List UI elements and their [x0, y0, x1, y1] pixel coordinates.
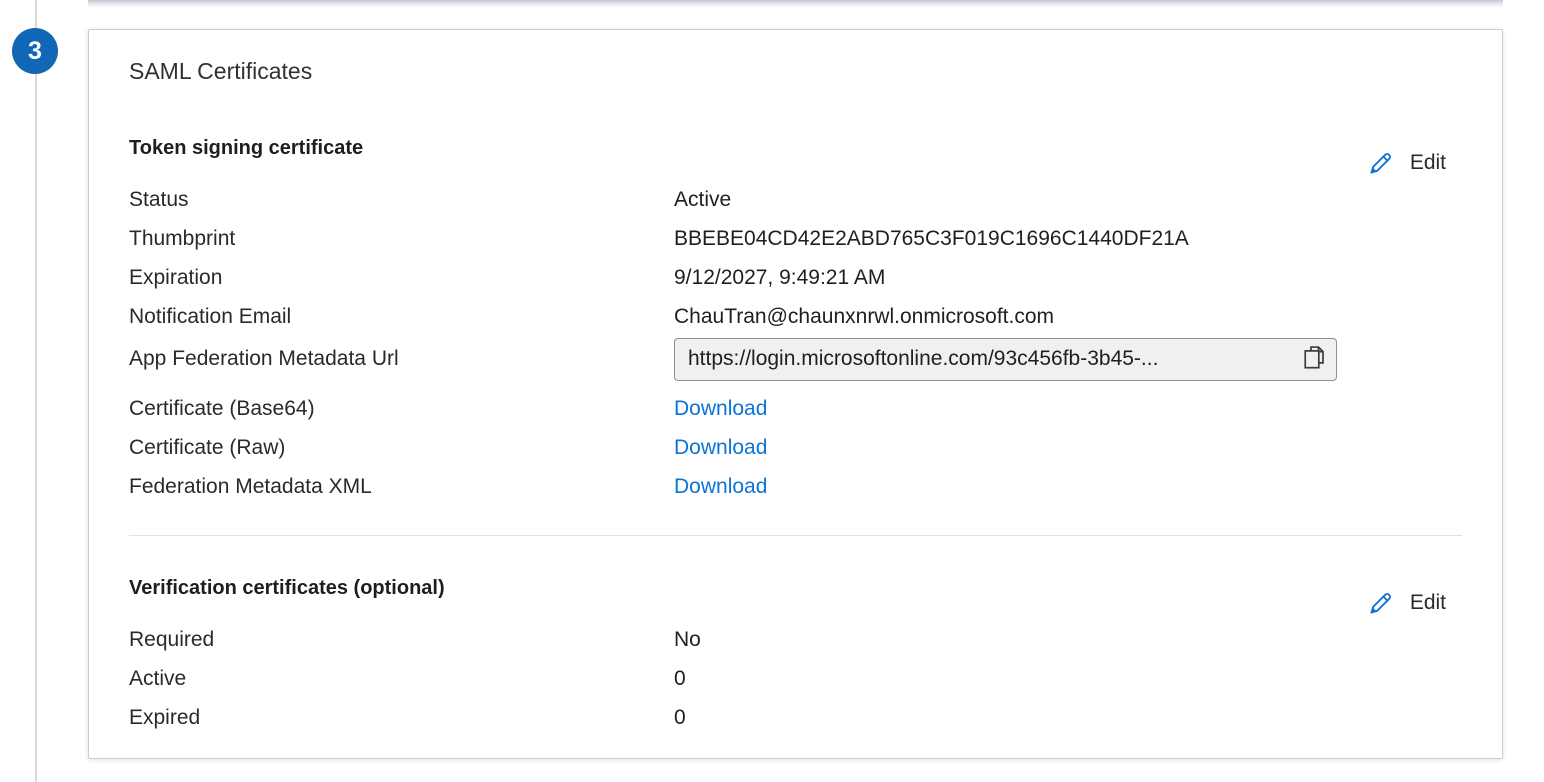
- app-federation-metadata-url-row: App Federation Metadata Url https://logi…: [129, 336, 1462, 382]
- active-row: Active 0: [129, 659, 1462, 698]
- step-number: 3: [28, 37, 42, 66]
- token-certificate-details: Status Active Thumbprint BBEBE04CD42E2AB…: [129, 180, 1462, 506]
- expired-value: 0: [674, 698, 686, 737]
- notification-email-row: Notification Email ChauTran@chaunxnrwl.o…: [129, 297, 1462, 336]
- pencil-icon: [1366, 588, 1396, 618]
- certificate-raw-download-link[interactable]: Download: [674, 428, 767, 467]
- token-certificate-edit-button[interactable]: Edit: [1366, 148, 1446, 178]
- status-label: Status: [129, 180, 674, 219]
- certificate-base64-download-link[interactable]: Download: [674, 389, 767, 428]
- saml-sso-configuration-page: 3 SAML Certificates Token signing certif…: [0, 0, 1544, 782]
- active-value: 0: [674, 659, 686, 698]
- certificate-base64-row: Certificate (Base64) Download: [129, 389, 1462, 428]
- copy-url-button[interactable]: [1302, 344, 1326, 374]
- verification-certificates-section: Verification certificates (optional) Edi…: [129, 574, 1462, 737]
- federation-metadata-xml-label: Federation Metadata XML: [129, 467, 674, 506]
- federation-metadata-xml-download-link[interactable]: Download: [674, 467, 767, 506]
- status-value: Active: [674, 180, 731, 219]
- certificate-base64-label: Certificate (Base64): [129, 389, 674, 428]
- app-federation-metadata-url-label: App Federation Metadata Url: [129, 347, 674, 371]
- active-label: Active: [129, 659, 674, 698]
- verification-certificate-details: Required No Active 0 Expired 0: [129, 620, 1462, 737]
- app-federation-metadata-url-field[interactable]: https://login.microsoftonline.com/93c456…: [674, 338, 1337, 381]
- verification-section-header: Verification certificates (optional): [129, 574, 1462, 602]
- section-divider: [129, 535, 1462, 536]
- token-signing-certificate-section: Token signing certificate Edit Status Ac…: [129, 134, 1462, 506]
- token-section-header: Token signing certificate: [129, 134, 1462, 162]
- expired-label: Expired: [129, 698, 674, 737]
- thumbprint-label: Thumbprint: [129, 219, 674, 258]
- step-connector-line: [35, 0, 37, 782]
- thumbprint-value: BBEBE04CD42E2ABD765C3F019C1696C1440DF21A: [674, 219, 1189, 258]
- previous-card-bottom-edge: [88, 0, 1503, 8]
- expiration-value: 9/12/2027, 9:49:21 AM: [674, 258, 885, 297]
- notification-email-label: Notification Email: [129, 297, 674, 336]
- saml-certificates-card: SAML Certificates Token signing certific…: [88, 29, 1503, 759]
- status-row: Status Active: [129, 180, 1462, 219]
- federation-metadata-xml-row: Federation Metadata XML Download: [129, 467, 1462, 506]
- thumbprint-row: Thumbprint BBEBE04CD42E2ABD765C3F019C169…: [129, 219, 1462, 258]
- expiration-row: Expiration 9/12/2027, 9:49:21 AM: [129, 258, 1462, 297]
- expired-row: Expired 0: [129, 698, 1462, 737]
- notification-email-value: ChauTran@chaunxnrwl.onmicrosoft.com: [674, 297, 1054, 336]
- step-3-badge: 3: [12, 28, 58, 74]
- required-row: Required No: [129, 620, 1462, 659]
- certificate-raw-row: Certificate (Raw) Download: [129, 428, 1462, 467]
- edit-button-label: Edit: [1410, 151, 1446, 175]
- required-label: Required: [129, 620, 674, 659]
- copy-icon: [1302, 344, 1326, 374]
- required-value: No: [674, 620, 701, 659]
- expiration-label: Expiration: [129, 258, 674, 297]
- edit-button-label: Edit: [1410, 591, 1446, 615]
- app-federation-metadata-url-value: https://login.microsoftonline.com/93c456…: [688, 347, 1294, 371]
- verification-certificates-edit-button[interactable]: Edit: [1366, 588, 1446, 618]
- card-title: SAML Certificates: [129, 57, 1462, 85]
- pencil-icon: [1366, 148, 1396, 178]
- certificate-raw-label: Certificate (Raw): [129, 428, 674, 467]
- download-links-group: Certificate (Base64) Download Certificat…: [129, 389, 1462, 506]
